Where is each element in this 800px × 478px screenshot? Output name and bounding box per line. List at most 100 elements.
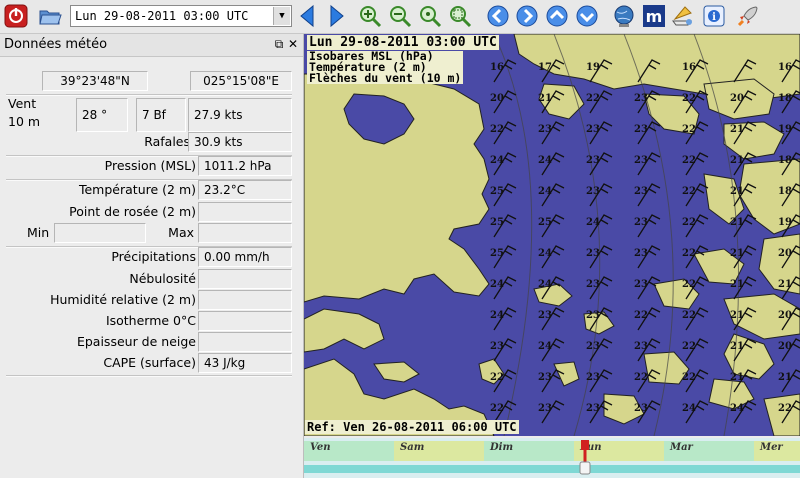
temperature-label: 23 <box>634 124 648 135</box>
weather-map[interactable]: 16 17 19 16 16 20 21 22 23 22 20 18 22 23 23 23 22 21 19 24… <box>304 34 800 436</box>
timeline-day[interactable]: Ven <box>304 441 394 461</box>
map-date: Lun 29-08-2011 03:00 UTC <box>307 35 499 50</box>
timeline-day[interactable]: Mer <box>754 441 800 461</box>
zoom-out-icon[interactable] <box>388 4 412 28</box>
temperature-label: 23 <box>490 341 504 352</box>
wind-beaufort-value: 7 Bf <box>136 98 186 132</box>
pan-up-icon[interactable] <box>545 4 569 28</box>
power-icon[interactable] <box>4 4 28 28</box>
temperature-label: 24 <box>538 155 552 166</box>
temperature-label: 22 <box>682 279 696 290</box>
pan-left-icon[interactable] <box>486 4 510 28</box>
precipitation-label: Précipitations <box>111 249 196 264</box>
humidity-label: Humidité relative (2 m) <box>50 292 196 307</box>
temperature-label: 24 <box>538 341 552 352</box>
temperature-label: 22 <box>490 372 504 383</box>
divider <box>6 94 292 96</box>
temperature-label: 21 <box>730 155 744 166</box>
temperature-label: 22 <box>682 248 696 259</box>
temperature-label: 24 <box>682 403 696 414</box>
cloud-cover-value <box>198 269 292 289</box>
freezing-level-label: Isotherme 0°C <box>105 313 196 328</box>
temperature-label: 23 <box>586 124 600 135</box>
temperature-label: 24 <box>538 186 552 197</box>
temperature-label: 23 <box>634 217 648 228</box>
cape-value: 43 J/kg <box>198 353 292 373</box>
temperature-label: 22 <box>586 93 600 104</box>
boat-icon[interactable] <box>671 4 695 28</box>
temperature-label: 21 <box>730 124 744 135</box>
toolbar: Lun 29-08-2011 03:00 UTC ▼ m i <box>0 0 800 34</box>
chevron-down-icon[interactable]: ▼ <box>273 7 290 25</box>
timeline[interactable]: Ven Sam Dim Lun Mar Mer <box>304 438 800 478</box>
temperature-label: 20 <box>730 93 744 104</box>
meteotable-icon[interactable]: m <box>642 4 666 28</box>
detach-icon[interactable]: ⧉ <box>272 37 286 52</box>
temperature-label: 23 <box>586 155 600 166</box>
globe-icon[interactable] <box>612 4 636 28</box>
cape-label: CAPE (surface) <box>103 355 196 370</box>
timeline-day[interactable]: Dim <box>484 441 574 461</box>
rocket-icon[interactable] <box>736 4 760 28</box>
cloud-cover-label: Nébulosité <box>129 271 196 286</box>
max-value <box>198 223 292 243</box>
zoom-selection-icon[interactable] <box>448 4 472 28</box>
prev-arrow-icon[interactable] <box>296 4 320 28</box>
temperature-label: 24 <box>490 279 504 290</box>
temperature-label: 23 <box>538 310 552 321</box>
temperature-label: 16 <box>778 62 792 73</box>
dewpoint-label: Point de rosée (2 m) <box>69 204 196 219</box>
temperature-label: 21 <box>730 279 744 290</box>
timeline-day[interactable]: Sam <box>394 441 484 461</box>
temperature-label: 18 <box>778 186 792 197</box>
temperature-label: 22 <box>634 310 648 321</box>
temperature-label: 23 <box>586 403 600 414</box>
temperature-label: 25 <box>490 186 504 197</box>
temperature-label: 20 <box>490 93 504 104</box>
temperature-label: 21 <box>778 372 792 383</box>
temperature-label: 23 <box>538 372 552 383</box>
temperature-label: 22 <box>634 372 648 383</box>
temperature-label: 21 <box>730 248 744 259</box>
divider <box>6 375 292 377</box>
next-arrow-icon[interactable] <box>324 4 348 28</box>
temperature-label: 23 <box>586 310 600 321</box>
temperature-label: 17 <box>538 62 552 73</box>
temperature-label: 21 <box>538 93 552 104</box>
temperature-label: 24 <box>538 248 552 259</box>
temperature-label: 23 <box>586 341 600 352</box>
wind-label: Vent <box>8 96 37 111</box>
temperature-label: 23 <box>586 248 600 259</box>
dewpoint-value <box>198 202 292 222</box>
wind-height-label: 10 m <box>8 114 41 129</box>
pan-down-icon[interactable] <box>575 4 599 28</box>
min-value <box>54 223 146 243</box>
map-canvas[interactable]: 16 17 19 16 16 20 21 22 23 22 20 18 22 23 23 23 22 21 19 24… <box>304 34 800 436</box>
temperature-label: 23 <box>586 279 600 290</box>
latitude-value: 39°23'48"N <box>42 71 148 91</box>
temperature-label: 23 <box>634 93 648 104</box>
timeline-track[interactable] <box>304 465 800 473</box>
temperature-label: 19 <box>778 124 792 135</box>
info-icon[interactable]: i <box>702 4 726 28</box>
gusts-label: Rafales <box>144 134 190 149</box>
freezing-level-value <box>198 311 292 331</box>
temperature-label: Température (2 m) <box>78 182 196 197</box>
timeline-days: Ven Sam Dim Lun Mar Mer <box>304 441 800 461</box>
timeline-cursor[interactable] <box>576 438 596 478</box>
temperature-label: 23 <box>634 248 648 259</box>
open-folder-icon[interactable] <box>38 4 62 28</box>
pan-right-icon[interactable] <box>515 4 539 28</box>
temperature-label: 23 <box>634 403 648 414</box>
temperature-label: 24 <box>586 217 600 228</box>
temperature-label: 19 <box>778 217 792 228</box>
temperature-label: 18 <box>778 155 792 166</box>
date-select[interactable]: Lun 29-08-2011 03:00 UTC ▼ <box>70 5 292 27</box>
zoom-in-icon[interactable] <box>358 4 382 28</box>
timeline-day[interactable]: Mar <box>664 441 754 461</box>
temperature-label: 22 <box>490 403 504 414</box>
close-icon[interactable]: ✕ <box>286 37 300 51</box>
zoom-fit-icon[interactable] <box>418 4 442 28</box>
temperature-label: 22 <box>682 93 696 104</box>
temperature-label: 21 <box>730 341 744 352</box>
